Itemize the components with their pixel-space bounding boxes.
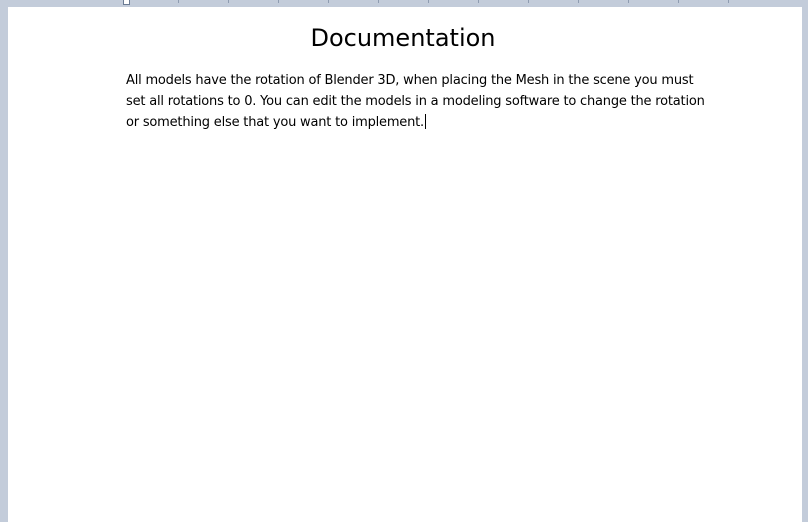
- document-title[interactable]: Documentation: [8, 23, 798, 53]
- ruler-tick: [428, 0, 429, 3]
- ruler-tick: [278, 0, 279, 3]
- text-cursor: [424, 114, 426, 129]
- body-line-last[interactable]: or something else that you want to imple…: [126, 112, 691, 133]
- ruler-tick: [628, 0, 629, 3]
- body-line[interactable]: set all rotations to 0. You can edit the…: [126, 91, 705, 112]
- ruler-tick: [678, 0, 679, 3]
- ruler-tick: [328, 0, 329, 3]
- ruler-tick: [578, 0, 579, 3]
- ruler-tick: [178, 0, 179, 3]
- ruler-tick: [228, 0, 229, 3]
- document-page[interactable]: Documentation All models have the rotati…: [8, 7, 802, 522]
- body-line-text[interactable]: or something else that you want to imple…: [126, 115, 424, 130]
- indent-marker-icon[interactable]: [123, 0, 130, 5]
- horizontal-ruler: [0, 0, 808, 7]
- ruler-tick: [378, 0, 379, 3]
- ruler-tick: [528, 0, 529, 3]
- ruler-tick: [728, 0, 729, 3]
- body-line[interactable]: All models have the rotation of Blender …: [126, 70, 694, 91]
- document-body-paragraph[interactable]: All models have the rotation of Blender …: [126, 70, 705, 133]
- ruler-tick: [478, 0, 479, 3]
